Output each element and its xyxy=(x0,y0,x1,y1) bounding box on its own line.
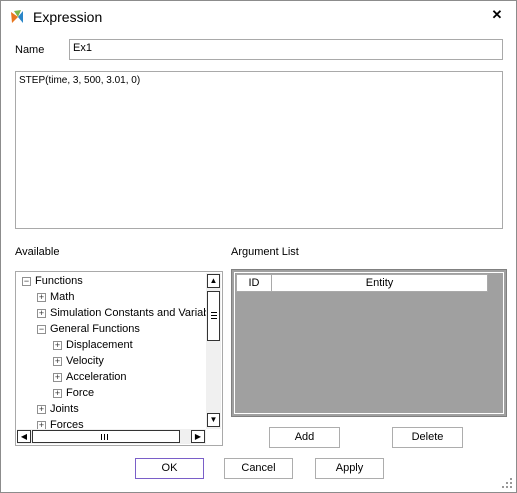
collapse-icon[interactable]: − xyxy=(22,277,31,286)
tree-item-label: Force xyxy=(66,387,95,399)
tree-item-label: Math xyxy=(50,291,75,303)
expand-icon[interactable]: + xyxy=(37,293,46,302)
tree-item-label: Functions xyxy=(35,275,83,287)
resize-grip-icon[interactable] xyxy=(501,477,513,489)
scroll-down-arrow-icon[interactable]: ▼ xyxy=(207,413,220,427)
close-button[interactable]: ✕ xyxy=(487,5,507,25)
tree-item-label: Acceleration xyxy=(66,371,127,383)
expand-icon[interactable]: + xyxy=(37,309,46,318)
expand-icon[interactable]: + xyxy=(53,389,62,398)
scroll-left-arrow-icon[interactable]: ◀ xyxy=(17,430,31,443)
tree-item-label: Displacement xyxy=(66,339,133,351)
close-icon: ✕ xyxy=(491,7,503,22)
tree-item-label: General Functions xyxy=(50,323,140,335)
column-header-id[interactable]: ID xyxy=(236,274,272,292)
available-label: Available xyxy=(15,246,60,258)
expand-icon[interactable]: + xyxy=(53,341,62,350)
column-header-entity[interactable]: Entity xyxy=(271,274,488,292)
horizontal-scroll-thumb[interactable] xyxy=(32,430,180,443)
argument-list-label: Argument List xyxy=(231,246,299,258)
app-logo-icon xyxy=(11,10,23,23)
name-label: Name xyxy=(15,44,45,56)
cancel-button[interactable]: Cancel xyxy=(224,458,293,479)
tree-item-label: Simulation Constants and Variabl xyxy=(50,307,212,319)
tree-item-label: Velocity xyxy=(66,355,104,367)
title-bar: Expression ✕ xyxy=(1,1,516,33)
name-input[interactable]: Ex1 xyxy=(69,39,503,60)
ok-button[interactable]: OK xyxy=(135,458,204,479)
expand-icon[interactable]: + xyxy=(53,373,62,382)
apply-button[interactable]: Apply xyxy=(315,458,384,479)
window-title: Expression xyxy=(33,9,103,25)
vertical-scroll-thumb[interactable] xyxy=(207,291,220,341)
add-button[interactable]: Add xyxy=(269,427,340,448)
expand-icon[interactable]: + xyxy=(37,405,46,414)
expression-editor[interactable]: STEP(time, 3, 500, 3.01, 0) xyxy=(15,71,503,229)
delete-button[interactable]: Delete xyxy=(392,427,463,448)
collapse-icon[interactable]: − xyxy=(37,325,46,334)
scroll-up-arrow-icon[interactable]: ▲ xyxy=(207,274,220,288)
scroll-right-arrow-icon[interactable]: ▶ xyxy=(191,430,205,443)
expression-dialog: Expression ✕ Name Ex1 STEP(time, 3, 500,… xyxy=(0,0,517,493)
tree-item-label: Joints xyxy=(50,403,79,415)
argument-list-grid[interactable] xyxy=(234,272,504,414)
available-tree[interactable]: − Functions + Math + Simulation Constant… xyxy=(15,271,223,446)
expand-icon[interactable]: + xyxy=(53,357,62,366)
